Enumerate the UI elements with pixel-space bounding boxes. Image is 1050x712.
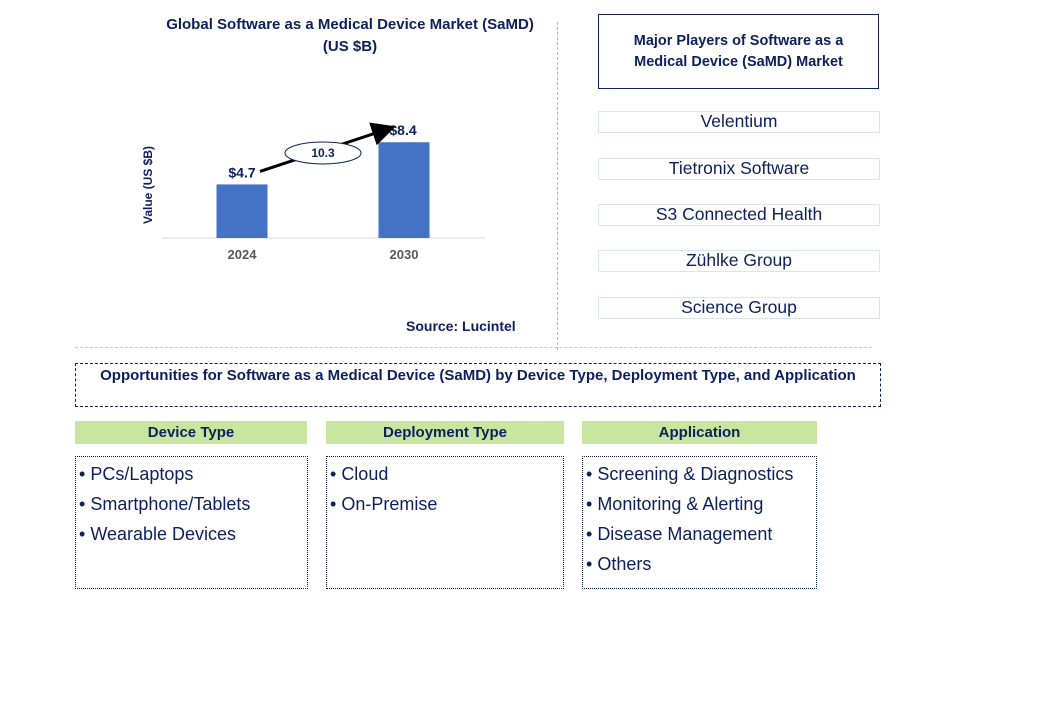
bullet-icon: • (79, 494, 86, 514)
list-item-label: Cloud (341, 464, 389, 484)
list-item: • Others (586, 549, 816, 579)
list-item: • PCs/Laptops (79, 459, 307, 489)
device-type-heading: Device Type (75, 421, 307, 444)
player-item: Tietronix Software (598, 158, 880, 180)
list-item: • Screening & Diagnostics (586, 459, 816, 489)
player-item: Velentium (598, 111, 880, 133)
application-heading: Application (582, 421, 817, 444)
cagr-label: 10.3 (311, 146, 335, 160)
bullet-icon: • (586, 554, 593, 574)
application-list: • Screening & Diagnostics • Monitoring & A… (582, 456, 817, 589)
x-tick-label: 2024 (228, 247, 258, 262)
list-item-label: Smartphone/Tablets (90, 494, 251, 514)
bullet-icon: • (330, 494, 337, 514)
bar-2024 (216, 184, 268, 238)
list-item-label: On-Premise (341, 494, 438, 514)
opportunities-title: Opportunities for Software as a Medical … (75, 363, 881, 407)
list-item-label: Disease Management (597, 524, 773, 544)
list-item-label: Wearable Devices (90, 524, 237, 544)
bullet-icon: • (79, 524, 86, 544)
list-item: • Wearable Devices (79, 519, 307, 549)
list-item-label: Screening & Diagnostics (597, 464, 794, 484)
data-label: $4.7 (228, 164, 255, 180)
list-item-label: PCs/Laptops (90, 464, 194, 484)
list-item: • On-Premise (330, 489, 563, 519)
list-item-label: Monitoring & Alerting (597, 494, 764, 514)
bar-chart: Value (US $B) 2024 $4.7 2030 $8.4 10.3 (141, 122, 485, 262)
list-item-label: Others (597, 554, 652, 574)
horizontal-divider (75, 347, 872, 348)
players-title: Major Players of Software as a Medical D… (598, 14, 879, 89)
y-axis-label: Value (US $B) (141, 146, 155, 224)
bullet-icon: • (586, 464, 593, 484)
bullet-icon: • (586, 494, 593, 514)
list-item: • Disease Management (586, 519, 816, 549)
player-item: Zühlke Group (598, 250, 880, 272)
chart-title-line2: (US $B) (322, 38, 378, 55)
player-item: Science Group (598, 297, 880, 319)
bullet-icon: • (586, 524, 593, 544)
vertical-divider (557, 22, 558, 350)
list-item: • Cloud (330, 459, 563, 489)
chart-title-line1: Global Software as a Medical Device Mark… (166, 16, 534, 33)
device-type-list: • PCs/Laptops • Smartphone/Tablets • Wearab… (75, 456, 308, 589)
bullet-icon: • (330, 464, 337, 484)
bar-2030 (378, 142, 430, 238)
deployment-type-heading: Deployment Type (326, 421, 564, 444)
chart-title: Global Software as a Medical Device Mark… (140, 14, 560, 58)
deployment-type-list: • Cloud • On-Premise (326, 456, 564, 589)
x-tick-label: 2030 (390, 247, 419, 262)
data-label: $8.4 (389, 122, 416, 138)
player-item: S3 Connected Health (598, 204, 880, 226)
bullet-icon: • (79, 464, 86, 484)
list-item: • Monitoring & Alerting (586, 489, 816, 519)
source-note: Source: Lucintel (406, 318, 516, 334)
list-item: • Smartphone/Tablets (79, 489, 307, 519)
